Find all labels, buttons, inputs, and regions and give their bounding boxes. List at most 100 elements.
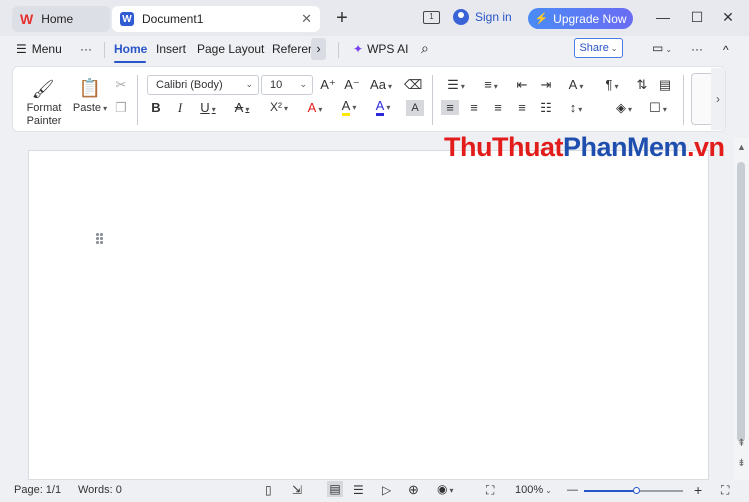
title-bar: W Home W Document1 ✕ + 1 Sign in ⚡ Upgra… bbox=[0, 0, 749, 36]
vertical-scrollbar[interactable]: ▲ ⇞ ⇟ bbox=[734, 138, 749, 480]
outline-view-icon[interactable]: ☰ bbox=[353, 483, 364, 497]
document-page[interactable] bbox=[28, 150, 709, 480]
collapse-ribbon-icon[interactable]: ^ bbox=[723, 43, 729, 57]
change-case-icon[interactable]: Aa ▾ bbox=[368, 77, 394, 92]
italic-icon[interactable]: I bbox=[171, 100, 189, 116]
copy-icon[interactable]: ❐ bbox=[112, 100, 130, 116]
search-icon[interactable]: ⌕ bbox=[421, 40, 429, 57]
close-tab-icon[interactable]: ✕ bbox=[301, 11, 312, 27]
new-tab-button[interactable]: + bbox=[332, 7, 352, 29]
watermark-logo: ThuThuatPhanMem.vn bbox=[444, 132, 725, 163]
tab-insert[interactable]: Insert bbox=[156, 42, 186, 56]
page-up-icon[interactable]: ⇞ bbox=[734, 438, 749, 449]
text-effects-icon[interactable]: A ▾ bbox=[301, 100, 329, 115]
maximize-button[interactable]: ☐ bbox=[689, 9, 705, 26]
sign-in-label: Sign in bbox=[475, 10, 512, 24]
numbering-icon[interactable]: ≡ ▾ bbox=[478, 77, 504, 92]
divider bbox=[137, 75, 138, 125]
shading-icon[interactable]: ◈ ▾ bbox=[611, 100, 637, 116]
highlight-label: A bbox=[341, 98, 351, 116]
page-indicator[interactable]: Page: 1/1 bbox=[14, 484, 61, 496]
more-options-icon-right[interactable]: ··· bbox=[691, 42, 703, 56]
underline-icon[interactable]: U ▾ bbox=[195, 100, 221, 115]
font-size-select[interactable]: 10 ⌄ bbox=[261, 75, 313, 95]
word-count[interactable]: Words: 0 bbox=[78, 484, 122, 496]
menu-button[interactable]: ☰ Menu bbox=[16, 42, 62, 56]
underline-label: U bbox=[200, 100, 210, 115]
watermark-part3: .vn bbox=[687, 132, 725, 162]
share-button[interactable]: Share ⌄ bbox=[574, 38, 623, 58]
bold-icon[interactable]: B bbox=[147, 100, 165, 115]
tab-home[interactable]: W Home bbox=[12, 6, 110, 32]
close-window-button[interactable]: ✕ bbox=[720, 9, 736, 26]
play-icon[interactable]: ▷ bbox=[382, 483, 391, 497]
strikethrough-icon[interactable]: A ▾ bbox=[229, 100, 255, 115]
font-name-select[interactable]: Calibri (Body) ⌄ bbox=[147, 75, 259, 95]
scrollbar-thumb[interactable] bbox=[737, 162, 745, 442]
shrink-font-icon[interactable]: A⁻ bbox=[343, 77, 361, 93]
more-options-icon[interactable]: ··· bbox=[80, 42, 92, 56]
zoom-slider-handle[interactable] bbox=[633, 487, 641, 494]
cut-icon[interactable]: ✂ bbox=[112, 77, 130, 93]
zoom-level[interactable]: 100% ⌄ bbox=[515, 484, 552, 496]
text-direction-icon[interactable]: A ▾ bbox=[563, 77, 589, 92]
format-painter-button[interactable]: Format Painter bbox=[17, 102, 71, 128]
paragraph-marks-icon[interactable]: ¶ ▾ bbox=[599, 77, 625, 92]
tab-document-label: Document1 bbox=[142, 12, 204, 26]
eye-icon[interactable]: ◉ ▾ bbox=[437, 482, 454, 496]
align-center-icon[interactable]: ≡ bbox=[465, 100, 483, 115]
zoom-slider[interactable] bbox=[584, 487, 683, 494]
upgrade-now-button[interactable]: ⚡ Upgrade Now bbox=[528, 8, 633, 29]
bullets-icon[interactable]: ☰ ▾ bbox=[443, 77, 469, 93]
tab-home-label: Home bbox=[41, 12, 74, 26]
export-icon[interactable]: ⇲ bbox=[292, 483, 302, 497]
fit-page-icon[interactable]: ⛶ bbox=[486, 483, 494, 498]
wps-logo-icon: W bbox=[20, 11, 34, 27]
borders-icon[interactable]: ☐ ▾ bbox=[645, 100, 671, 116]
tab-document1[interactable]: W Document1 ✕ bbox=[112, 6, 320, 32]
lightning-icon: ⚡ bbox=[534, 13, 549, 25]
superscript-icon[interactable]: X² ▾ bbox=[265, 100, 293, 114]
sign-in-button[interactable]: Sign in bbox=[453, 9, 512, 25]
print-layout-icon[interactable]: ▤ bbox=[327, 481, 343, 497]
tab-page-layout[interactable]: Page Layout bbox=[197, 42, 264, 56]
distribute-columns-icon[interactable]: ▤ bbox=[656, 77, 674, 93]
ribbon-home: 🖌 Format Painter 📋 Paste ▾ ✂ ❐ Calibri (B… bbox=[12, 66, 726, 132]
increase-indent-icon[interactable]: ⇥ bbox=[537, 77, 555, 93]
tab-references[interactable]: Referer bbox=[272, 42, 312, 56]
writer-doc-icon: W bbox=[120, 12, 134, 26]
page-count-icon[interactable]: 1 bbox=[423, 11, 440, 24]
character-shading-icon[interactable]: A bbox=[406, 100, 424, 116]
divider bbox=[683, 75, 684, 125]
highlight-icon[interactable]: A ▾ bbox=[335, 98, 363, 116]
paste-icon: 📋 bbox=[78, 78, 102, 98]
sort-icon[interactable]: ⇅ bbox=[633, 77, 651, 93]
line-spacing-icon[interactable]: ↕ ▾ bbox=[563, 100, 589, 115]
more-tabs-chevron-icon[interactable]: › bbox=[311, 38, 326, 60]
zoom-in-button[interactable]: + bbox=[694, 482, 702, 498]
paste-button[interactable]: Paste ▾ bbox=[70, 102, 110, 114]
decrease-indent-icon[interactable]: ⇤ bbox=[513, 77, 531, 93]
fullscreen-icon[interactable]: ⛶ bbox=[721, 483, 729, 498]
align-right-icon[interactable]: ≡ bbox=[489, 100, 507, 115]
page-down-icon[interactable]: ⇟ bbox=[734, 458, 749, 469]
ribbon-scroll-right-icon[interactable]: › bbox=[711, 68, 725, 130]
menu-label: Menu bbox=[31, 42, 62, 56]
hamburger-icon: ☰ bbox=[16, 42, 27, 56]
tab-home-ribbon[interactable]: Home bbox=[114, 42, 147, 56]
drag-handle-icon[interactable] bbox=[96, 233, 104, 245]
clear-formatting-icon[interactable]: ⌫ bbox=[404, 77, 422, 93]
distributed-align-icon[interactable]: ☷ bbox=[537, 100, 555, 116]
globe-icon[interactable]: ⊕ bbox=[408, 482, 419, 498]
justify-icon[interactable]: ≡ bbox=[513, 100, 531, 115]
comment-icon[interactable]: ▭ ⌄ bbox=[652, 41, 672, 55]
minimize-button[interactable]: — bbox=[655, 9, 671, 25]
zoom-out-button[interactable]: — bbox=[567, 484, 578, 496]
grow-font-icon[interactable]: A⁺ bbox=[319, 77, 337, 93]
font-color-icon[interactable]: A ▾ bbox=[369, 98, 397, 116]
active-tab-indicator bbox=[114, 61, 146, 63]
scroll-up-icon[interactable]: ▲ bbox=[734, 142, 749, 152]
page-mode-icon[interactable]: ▯ bbox=[265, 483, 272, 497]
align-left-icon[interactable]: ≡ bbox=[441, 100, 459, 115]
wps-ai-button[interactable]: ✦ WPS AI bbox=[353, 42, 408, 56]
